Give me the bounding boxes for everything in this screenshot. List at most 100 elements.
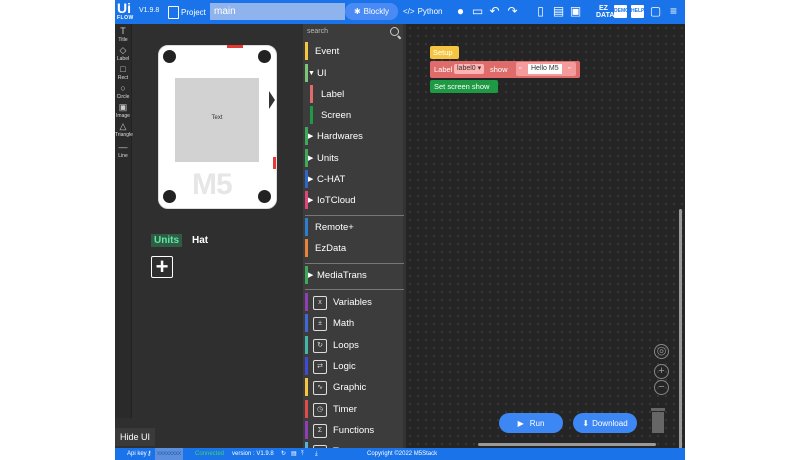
tool-image-label: Image bbox=[116, 113, 130, 119]
category-ezdata[interactable]: EzData bbox=[303, 238, 406, 259]
project-button[interactable]: Project bbox=[168, 4, 206, 20]
code-icon: </> bbox=[403, 7, 415, 16]
open-folder-icon[interactable]: ▤ bbox=[551, 4, 566, 19]
filename-input[interactable] bbox=[210, 3, 345, 20]
file-icon[interactable]: ▤ bbox=[291, 448, 297, 460]
undo-icon[interactable]: ↶ bbox=[487, 4, 502, 19]
device-icon[interactable]: ▭ bbox=[470, 4, 485, 19]
expand-down-icon: ▼ bbox=[308, 70, 315, 77]
category-label: C-HAT bbox=[317, 174, 346, 185]
string-input[interactable]: Hello M5 bbox=[528, 64, 562, 74]
quote-close: ” bbox=[568, 66, 571, 75]
refresh-icon[interactable]: ↻ bbox=[281, 448, 286, 460]
save-icon[interactable]: ▣ bbox=[568, 4, 583, 19]
feedback-icon[interactable]: ▢ bbox=[648, 4, 663, 19]
demo-icon[interactable]: DEMO bbox=[614, 5, 629, 18]
category-divider bbox=[305, 263, 404, 264]
download-status-icon[interactable]: ⤓ bbox=[315, 448, 318, 460]
category-remote[interactable]: Remote+ bbox=[303, 217, 406, 238]
category-color bbox=[305, 400, 308, 418]
search-input[interactable]: search bbox=[307, 28, 328, 35]
menu-icon[interactable]: ≡ bbox=[666, 4, 681, 19]
top-bar: Ui FLOW V1.9.8 Project ✱ Blockly </> Pyt… bbox=[115, 0, 685, 24]
document-icon bbox=[168, 5, 179, 19]
tool-circle[interactable]: ○ Circle bbox=[115, 83, 131, 100]
category-color bbox=[310, 85, 313, 103]
download-icon: ⬇ bbox=[582, 418, 590, 428]
help-icon[interactable]: HELP bbox=[631, 5, 644, 18]
category-timer[interactable]: ◷ Timer bbox=[303, 399, 406, 420]
category-logic[interactable]: ⇄ Logic bbox=[303, 356, 406, 377]
workspace-vertical-scrollbar[interactable] bbox=[679, 209, 682, 449]
workspace-horizontal-scrollbar[interactable] bbox=[478, 443, 656, 446]
tab-python[interactable]: </> Python bbox=[403, 3, 442, 20]
tool-title[interactable]: T Title bbox=[115, 26, 131, 43]
category-event[interactable]: Event bbox=[303, 41, 406, 62]
tab-hat[interactable]: Hat bbox=[192, 234, 208, 247]
tab-units[interactable]: Units bbox=[151, 234, 182, 247]
category-hardwares[interactable]: ▶ Hardwares bbox=[303, 126, 406, 147]
tool-label[interactable]: ◇ Label bbox=[115, 45, 131, 62]
setup-block[interactable]: Setup bbox=[430, 46, 459, 59]
category-label-sub[interactable]: Label bbox=[303, 84, 406, 105]
tool-image[interactable]: ▣ Image bbox=[115, 102, 131, 119]
tab-blockly[interactable]: ✱ Blockly bbox=[345, 3, 398, 20]
category-math[interactable]: ± Math bbox=[303, 313, 406, 334]
category-color bbox=[305, 293, 308, 311]
new-file-icon[interactable]: ▯ bbox=[533, 4, 548, 19]
puzzle-icon: ✱ bbox=[353, 7, 361, 16]
ezdata-icon[interactable]: EZ DATA bbox=[596, 5, 614, 20]
tab-blockly-label: Blockly bbox=[363, 7, 390, 16]
category-divider bbox=[305, 289, 404, 290]
category-ui[interactable]: ▼ UI bbox=[303, 63, 406, 84]
category-label: Logic bbox=[333, 361, 356, 372]
category-mediatrans[interactable]: ▶ MediaTrans bbox=[303, 265, 406, 286]
category-label: Hardwares bbox=[317, 131, 363, 142]
category-c-hat[interactable]: ▶ C-HAT bbox=[303, 169, 406, 190]
zoom-in-icon[interactable]: + bbox=[654, 364, 669, 379]
expand-right-icon: ▶ bbox=[308, 155, 314, 162]
run-button[interactable]: ▶ Run bbox=[499, 413, 563, 433]
category-loops[interactable]: ↻ Loops bbox=[303, 335, 406, 356]
category-variables[interactable]: x Variables bbox=[303, 292, 406, 313]
expand-right-icon: ▶ bbox=[308, 133, 314, 140]
search-icon[interactable] bbox=[390, 27, 399, 36]
label-dropdown[interactable]: label0 ▾ bbox=[454, 64, 485, 74]
category-label: IoTCloud bbox=[317, 195, 356, 206]
string-block[interactable]: “ Hello M5 ” bbox=[516, 62, 576, 76]
tool-triangle-label: Triangle bbox=[115, 132, 133, 138]
screw bbox=[163, 50, 176, 63]
label-show-block[interactable]: Label label0 ▾ show “ Hello M5 ” bbox=[430, 61, 580, 78]
screen-label[interactable]: Text bbox=[175, 115, 259, 121]
category-screen-sub[interactable]: Screen bbox=[303, 105, 406, 126]
tab-python-label: Python bbox=[417, 7, 443, 16]
copyright: Copyright ©2022 M5Stack bbox=[367, 451, 438, 457]
add-unit-button[interactable]: + bbox=[151, 256, 173, 278]
category-label: Remote+ bbox=[315, 222, 354, 233]
category-functions[interactable]: Σ Functions bbox=[303, 420, 406, 441]
trash-icon[interactable] bbox=[651, 408, 665, 434]
tool-line[interactable]: — Line bbox=[115, 142, 131, 159]
category-label: Variables bbox=[333, 297, 372, 308]
category-iotcloud[interactable]: ▶ IoTCloud bbox=[303, 190, 406, 211]
project-label: Project bbox=[181, 7, 206, 17]
recenter-icon[interactable]: ◎ bbox=[654, 344, 669, 359]
screw bbox=[258, 190, 271, 203]
set-screen-block[interactable]: Set screen show bbox=[430, 80, 498, 93]
user-icon[interactable]: ● bbox=[453, 4, 468, 19]
blockly-workspace[interactable]: Setup Label label0 ▾ show “ Hello M5 ” S… bbox=[406, 24, 685, 449]
category-color bbox=[305, 357, 308, 375]
hide-ui-button[interactable]: Hide UI bbox=[115, 428, 155, 446]
category-color bbox=[305, 239, 308, 257]
download-button[interactable]: ⬇ Download bbox=[573, 413, 637, 433]
upload-icon[interactable]: ⤒ bbox=[301, 448, 304, 460]
category-label: MediaTrans bbox=[317, 270, 367, 281]
tool-triangle[interactable]: △ Triangle bbox=[115, 121, 133, 138]
api-key-value[interactable]: xxxxxxxx bbox=[155, 448, 183, 460]
device-screen[interactable]: Text bbox=[175, 78, 259, 162]
category-units[interactable]: ▶ Units bbox=[303, 148, 406, 169]
redo-icon[interactable]: ↷ bbox=[505, 4, 520, 19]
zoom-out-icon[interactable]: − bbox=[654, 380, 669, 395]
tool-rect[interactable]: □ Rect bbox=[115, 64, 131, 81]
category-graphic[interactable]: ∿ Graphic bbox=[303, 377, 406, 398]
